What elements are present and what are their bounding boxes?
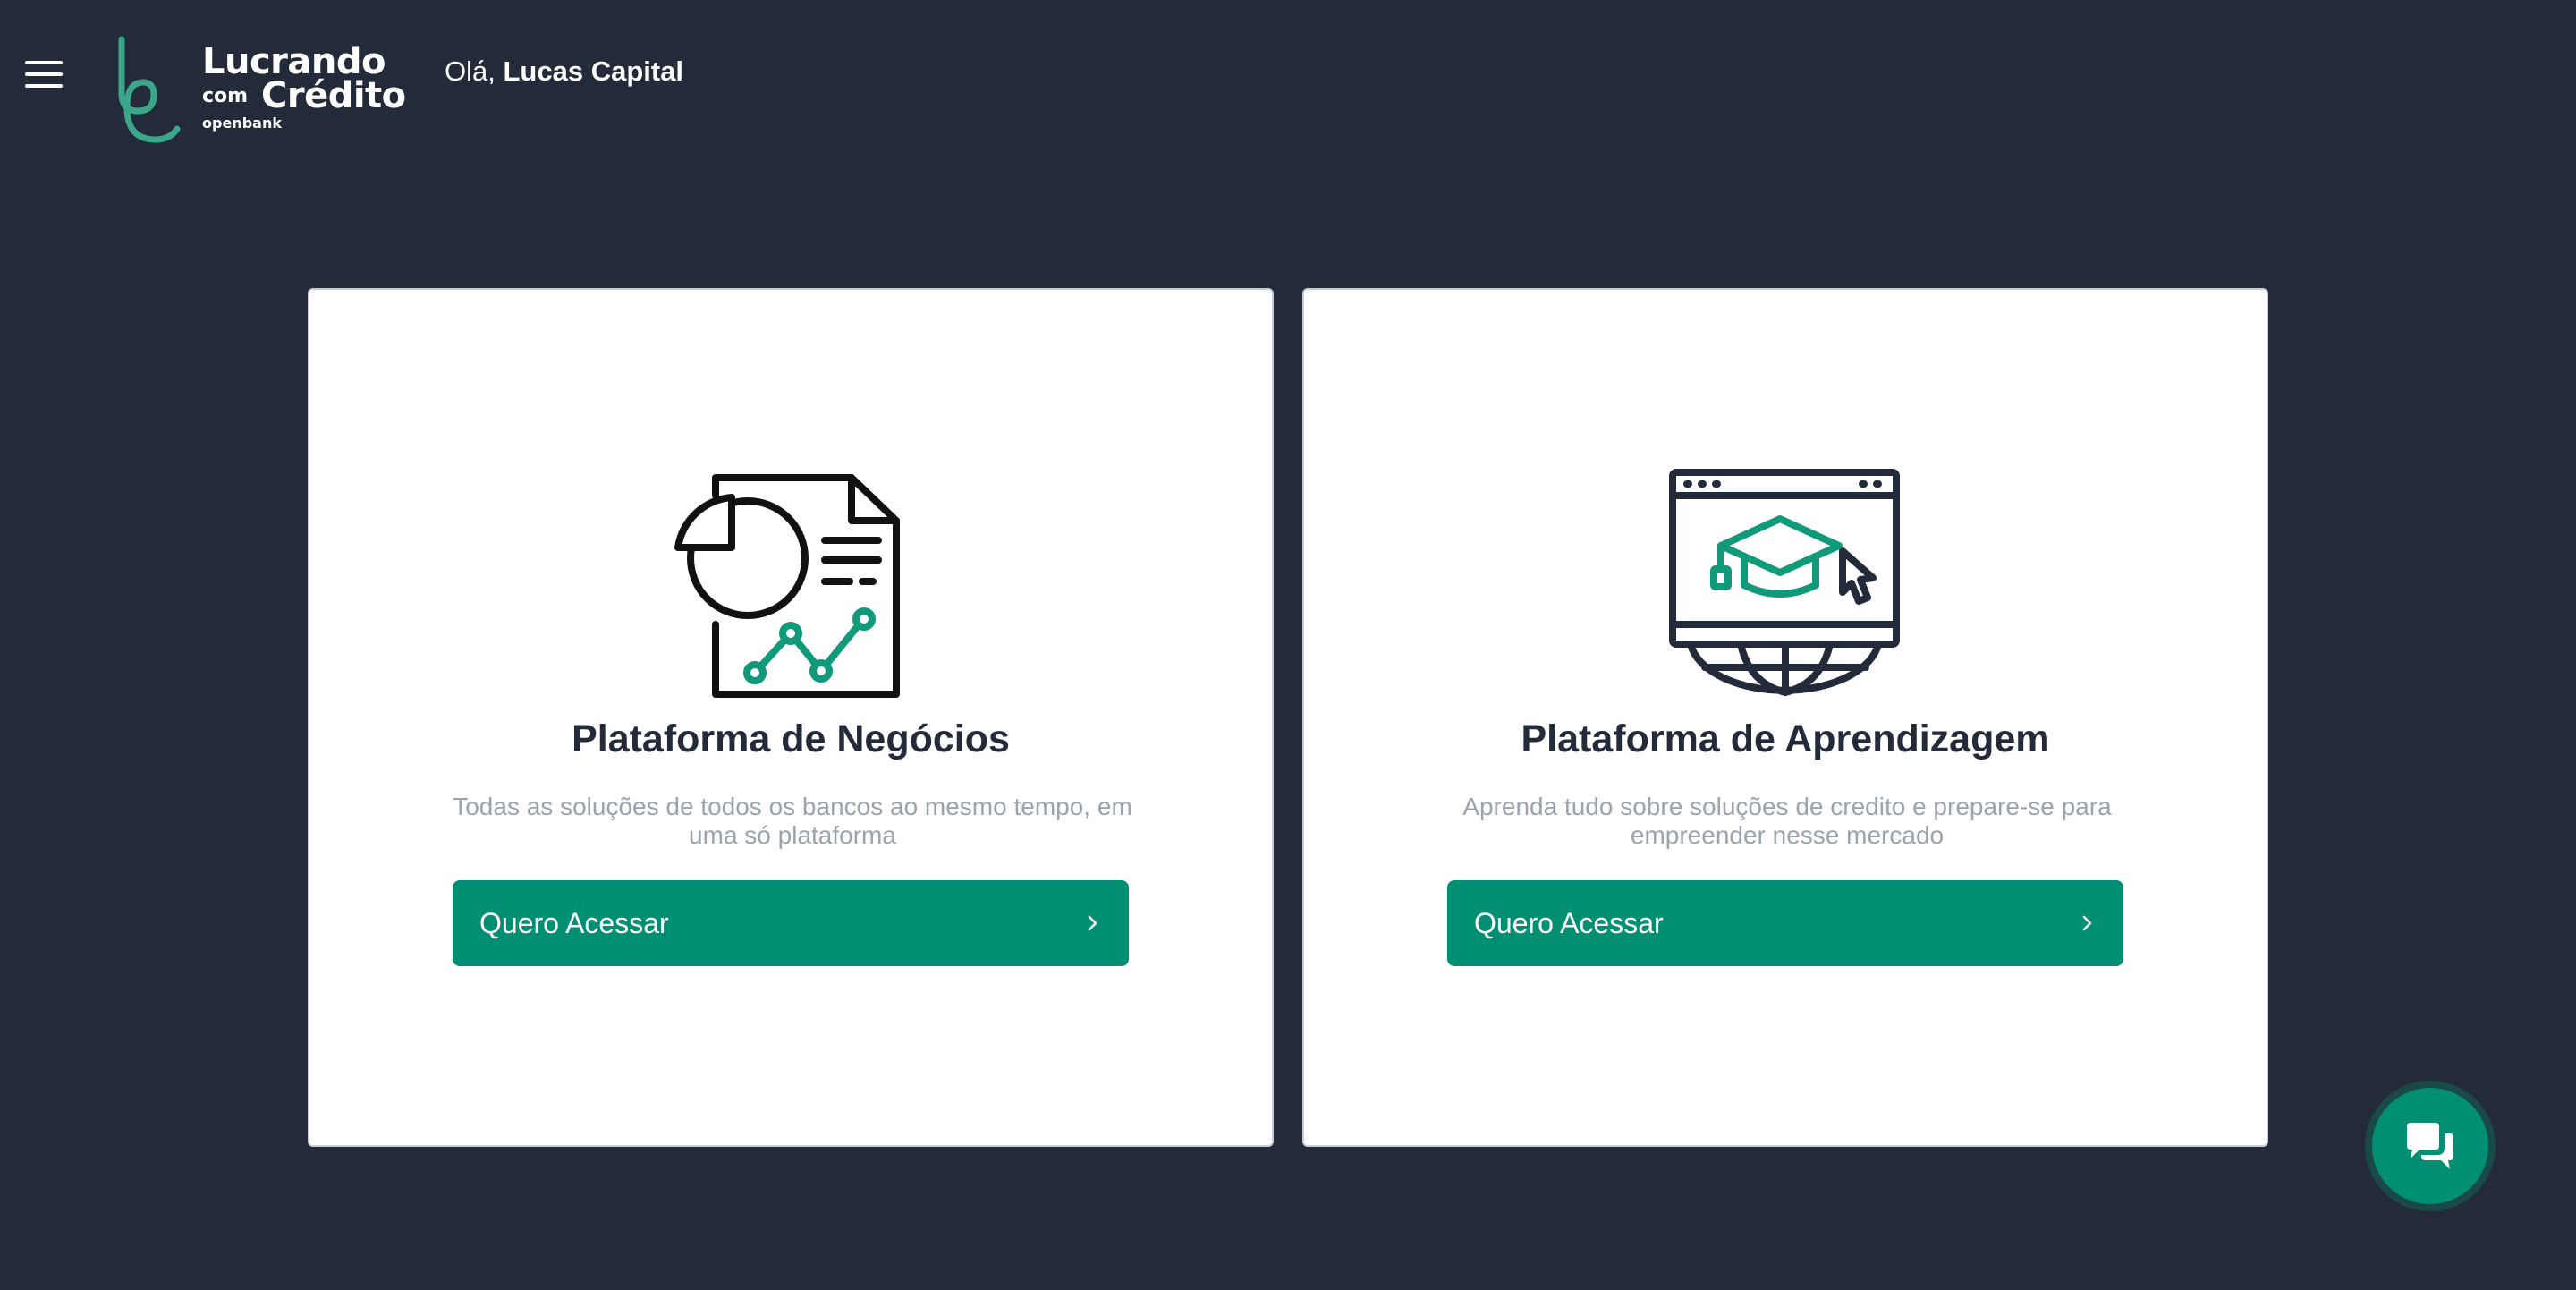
menu-icon[interactable] — [25, 61, 63, 88]
logo-text-openbank: openbank — [202, 115, 282, 132]
online-education-icon — [1669, 469, 1900, 696]
access-button-label: Quero Acessar — [1474, 906, 1664, 939]
business-report-icon — [674, 474, 900, 698]
greeting-prefix: Olá, — [445, 55, 496, 87]
learning-platform-description: Aprenda tudo sobre soluções de credito e… — [1462, 793, 2112, 849]
chat-button[interactable] — [2372, 1088, 2488, 1204]
learning-platform-card: Plataforma de Aprendizagem Aprenda tudo … — [1302, 288, 2268, 1147]
business-platform-title: Plataforma de Negócios — [572, 717, 1010, 760]
business-platform-card: Plataforma de Negócios Todas as soluções… — [308, 288, 1274, 1147]
logo-text-credito: Crédito — [261, 75, 406, 116]
app-header: Lucrando com Crédito openbank Olá, Lucas… — [0, 0, 2576, 152]
business-platform-description: Todas as soluções de todos os bancos ao … — [453, 793, 1132, 849]
access-button-label: Quero Acessar — [479, 906, 669, 939]
brand-logo[interactable]: Lucrando com Crédito openbank — [114, 36, 419, 143]
user-name: Lucas Capital — [503, 55, 684, 87]
user-greeting: Olá, Lucas Capital — [445, 55, 683, 88]
learning-platform-access-button[interactable]: Quero Acessar — [1447, 880, 2123, 966]
chevron-right-icon — [1088, 915, 1097, 931]
logo-text-com: com — [202, 85, 249, 107]
chevron-right-icon — [2082, 915, 2092, 931]
logo-mark-icon — [118, 36, 181, 143]
business-platform-access-button[interactable]: Quero Acessar — [453, 880, 1129, 966]
chat-icon — [2407, 1123, 2453, 1169]
learning-platform-title: Plataforma de Aprendizagem — [1521, 717, 2050, 760]
